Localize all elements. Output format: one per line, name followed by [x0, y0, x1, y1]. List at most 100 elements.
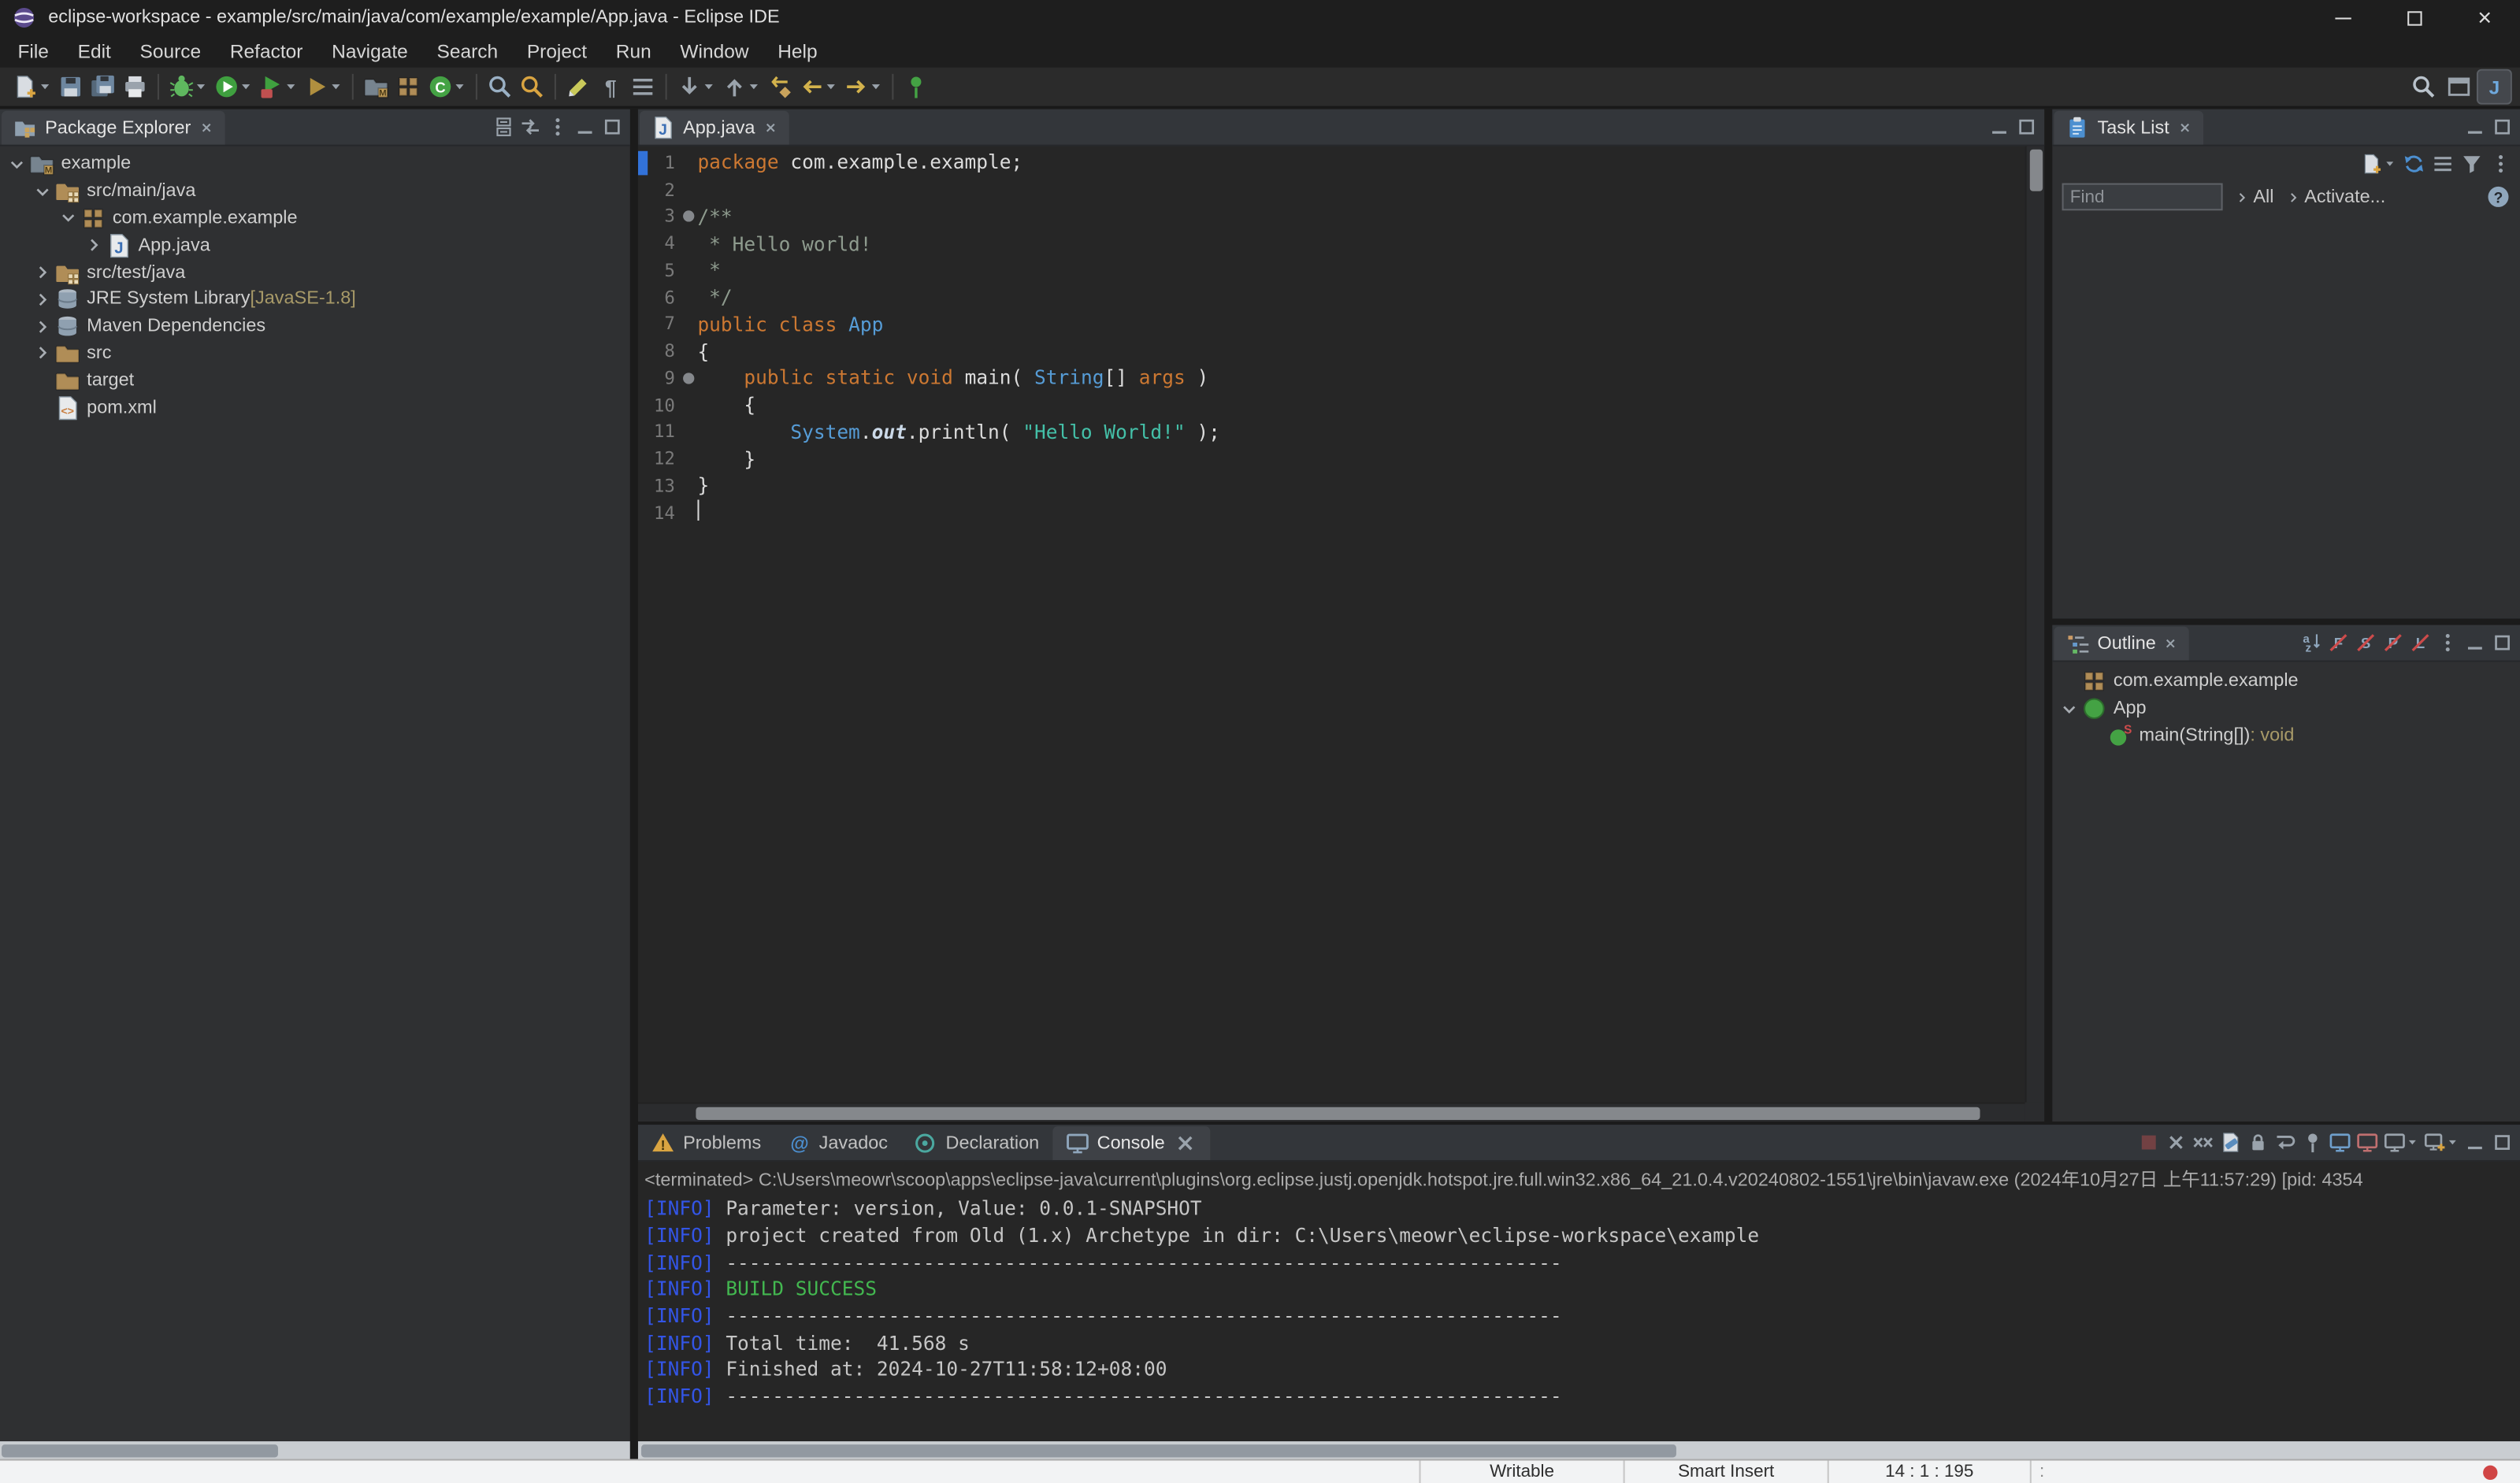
minimize-button[interactable] — [2462, 114, 2488, 140]
back-button[interactable] — [796, 71, 841, 103]
print-button[interactable] — [119, 71, 151, 103]
previous-annotation-button[interactable] — [718, 71, 763, 103]
view-menu-button[interactable] — [2488, 151, 2514, 177]
categorized-button[interactable] — [2430, 151, 2456, 177]
coverage-button[interactable] — [301, 71, 346, 103]
minimize-button[interactable] — [2462, 1129, 2488, 1155]
run-button[interactable] — [210, 71, 255, 103]
quick-search-button[interactable] — [2407, 71, 2440, 103]
tab-javadoc[interactable]: @ Javadoc — [774, 1126, 901, 1160]
maximize-window-button[interactable] — [2378, 0, 2449, 35]
view-menu-button[interactable] — [2435, 630, 2461, 656]
outline-item-main-string-[interactable]: Smain(String[]) : void — [2052, 722, 2520, 749]
menu-run[interactable]: Run — [601, 35, 666, 68]
scope-all[interactable]: All — [2234, 187, 2273, 206]
toggle-mark-occurrences-button[interactable] — [562, 71, 595, 103]
tab-package-explorer[interactable]: Package Explorer — [2, 110, 225, 145]
pin-editor-button[interactable] — [900, 71, 933, 103]
remove-all-terminated-button[interactable] — [2191, 1129, 2217, 1155]
open-perspective-button[interactable] — [2443, 71, 2475, 103]
menu-source[interactable]: Source — [125, 35, 215, 68]
package-explorer-hscrollbar[interactable] — [0, 1441, 630, 1459]
forward-button[interactable] — [841, 71, 885, 103]
menu-file[interactable]: File — [3, 35, 63, 68]
menu-navigate[interactable]: Navigate — [317, 35, 422, 68]
chevron-right-icon[interactable] — [29, 313, 55, 339]
tab-app-java[interactable]: J App.java — [639, 110, 789, 145]
new-class-button[interactable]: C — [425, 71, 469, 103]
hide-static-members-button[interactable]: S — [2353, 630, 2379, 656]
maximize-button[interactable] — [2013, 114, 2039, 140]
outline-item-app[interactable]: App — [2052, 695, 2520, 722]
menu-window[interactable]: Window — [666, 35, 763, 68]
tab-task-list[interactable]: Task List — [2054, 110, 2203, 145]
console-output[interactable]: [INFO] Parameter: version, Value: 0.0.1-… — [637, 1195, 2520, 1442]
maximize-button[interactable] — [599, 114, 625, 140]
menu-search[interactable]: Search — [422, 35, 512, 68]
chevron-down-icon[interactable] — [54, 206, 80, 232]
chevron-right-icon[interactable] — [29, 287, 55, 313]
chevron-right-icon[interactable] — [29, 340, 55, 366]
scrollbar-thumb[interactable] — [696, 1107, 1980, 1121]
explorer-item-src-test-java[interactable]: src/test/java — [0, 259, 630, 286]
word-wrap-button[interactable] — [2273, 1129, 2299, 1155]
maximize-button[interactable] — [2489, 114, 2515, 140]
chevron-down-icon[interactable] — [2055, 696, 2081, 722]
block-selection-button[interactable] — [627, 71, 659, 103]
save-button[interactable] — [54, 71, 87, 103]
explorer-item-pom-xml[interactable]: <> pom.xml — [0, 394, 630, 421]
tab-declaration[interactable]: Declaration — [900, 1126, 1052, 1160]
menu-edit[interactable]: Edit — [63, 35, 125, 68]
close-icon[interactable] — [2164, 636, 2178, 651]
hide-local-types-button[interactable]: L — [2407, 630, 2433, 656]
find-input[interactable] — [2062, 183, 2223, 211]
tab-outline[interactable]: Outline — [2054, 626, 2190, 661]
synchronize-button[interactable] — [2401, 151, 2427, 177]
last-edit-location-button[interactable] — [763, 71, 796, 103]
editor-vscrollbar[interactable] — [2025, 146, 2045, 1103]
view-menu-button[interactable] — [545, 114, 571, 140]
maximize-button[interactable] — [2489, 1129, 2515, 1155]
minimize-button[interactable] — [572, 114, 598, 140]
help-button[interactable]: ? — [2486, 185, 2511, 209]
show-on-stderr-button[interactable] — [2355, 1129, 2381, 1155]
clear-console-button[interactable] — [2218, 1129, 2244, 1155]
explorer-item-com-example-example[interactable]: com.example.example — [0, 205, 630, 232]
remove-launch-button[interactable] — [2163, 1129, 2189, 1155]
fold-marker-icon[interactable] — [680, 211, 697, 223]
explorer-item-app-java[interactable]: J App.java — [0, 232, 630, 259]
search-button[interactable] — [516, 71, 548, 103]
explorer-item-src[interactable]: src — [0, 340, 630, 367]
show-on-stdout-button[interactable] — [2327, 1129, 2353, 1155]
next-annotation-button[interactable] — [674, 71, 718, 103]
show-whitespace-button[interactable]: ¶ — [595, 71, 627, 103]
hide-fields-button[interactable]: F — [2325, 630, 2351, 656]
close-icon[interactable] — [199, 120, 213, 135]
terminate-button[interactable] — [2136, 1129, 2162, 1155]
pin-console-button[interactable] — [2300, 1129, 2326, 1155]
tab-problems[interactable]: ! Problems — [638, 1126, 774, 1160]
collapse-all-button[interactable] — [490, 114, 516, 140]
code-editor[interactable]: 1 package com.example.example; 2 3/** 4 * He… — [637, 146, 2045, 1122]
minimize-button[interactable] — [1987, 114, 2013, 140]
close-icon[interactable] — [2177, 120, 2192, 135]
explorer-item-maven-dependencies[interactable]: Maven Dependencies — [0, 313, 630, 339]
outline-item-com-example-example[interactable]: com.example.example — [2052, 669, 2520, 695]
explorer-item-target[interactable]: target — [0, 367, 630, 394]
new-task-button[interactable] — [2359, 151, 2398, 177]
scrollbar-thumb[interactable] — [2029, 149, 2043, 191]
new-wizard-button[interactable] — [9, 71, 54, 103]
maximize-button[interactable] — [2489, 630, 2515, 656]
activate-task[interactable]: Activate... — [2285, 187, 2385, 206]
close-icon[interactable] — [1173, 1131, 1197, 1155]
scrollbar-thumb[interactable] — [641, 1444, 1677, 1457]
scroll-lock-button[interactable] — [2245, 1129, 2271, 1155]
explorer-item-jre-system-library[interactable]: JRE System Library [JavaSE-1.8] — [0, 286, 630, 313]
minimize-window-button[interactable] — [2308, 0, 2379, 35]
filter-completed-button[interactable] — [2459, 151, 2485, 177]
new-package-button[interactable] — [392, 71, 425, 103]
open-console-button[interactable] — [2422, 1129, 2461, 1155]
display-selected-console-button[interactable] — [2382, 1129, 2421, 1155]
close-window-button[interactable]: × — [2449, 0, 2520, 35]
close-icon[interactable] — [763, 120, 778, 135]
